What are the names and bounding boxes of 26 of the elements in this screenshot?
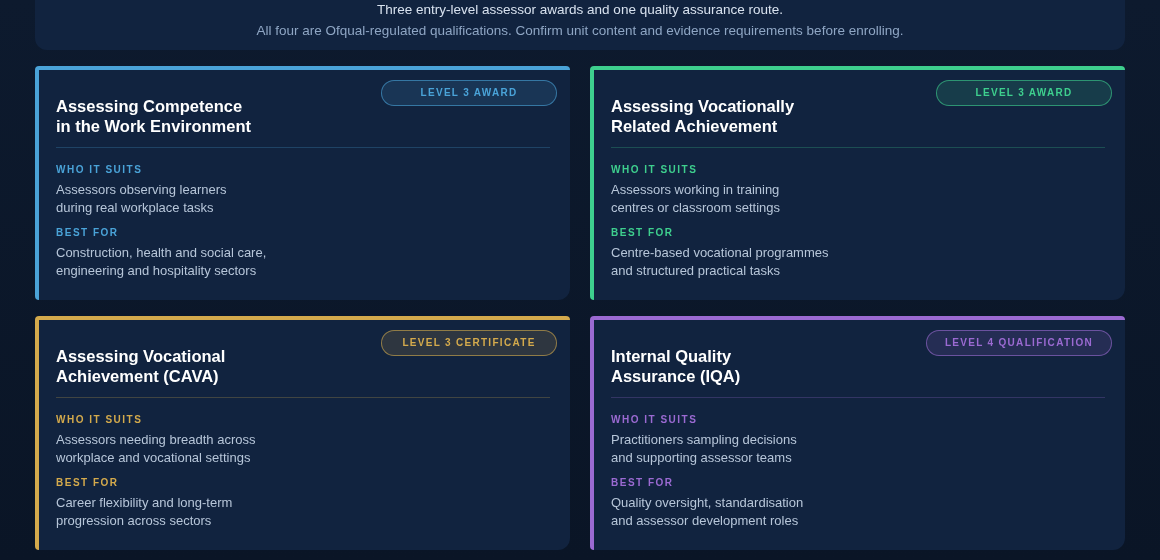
section-label: BEST FOR: [56, 477, 120, 488]
level-badge: LEVEL 3 AWARD: [936, 80, 1112, 106]
section-label: BEST FOR: [611, 227, 675, 238]
section-text: Centre-based vocational programmes and structured practical tasks: [611, 244, 830, 279]
level-badge: LEVEL 4 QUALIFICATION: [925, 330, 1112, 356]
section-label: BEST FOR: [56, 227, 120, 238]
section-label: WHO IT SUITS: [56, 164, 144, 175]
section-label: WHO IT SUITS: [611, 414, 699, 425]
section-label: WHO IT SUITS: [611, 164, 699, 175]
section-text: Assessors working in training centres or classroom settings: [611, 181, 782, 216]
level-badge: LEVEL 3 AWARD: [381, 80, 557, 106]
section-text: Quality oversight, standardisation and assessor development roles: [611, 494, 805, 529]
section-text: Assessors needing breadth across workplace and vocational settings: [56, 431, 257, 466]
card-title: Assessing Competence in the Work Environment: [56, 97, 251, 136]
section-text: Practitioners sampling decisions and supporting assessor teams: [611, 431, 798, 466]
intro-text: Three entry-level assessor awards and one quality assurance route.: [376, 2, 784, 17]
card-title: Assessing Vocationally Related Achievement: [611, 97, 795, 136]
level-badge: LEVEL 3 CERTIFICATE: [381, 330, 557, 356]
section-label: WHO IT SUITS: [56, 414, 144, 425]
intro-text: All four are Ofqual-regulated qualifications. Confirm unit content and evidence requirements before enrolling.: [255, 23, 905, 38]
section-text: Assessors observing learners during real workplace tasks: [56, 181, 228, 216]
card-title: Assessing Vocational Achievement (CAVA): [56, 347, 226, 386]
section-text: Construction, health and social care, engineering and hospitality sectors: [56, 244, 268, 279]
section-text: Career flexibility and long-term progression across sectors: [56, 494, 234, 529]
card-title: Internal Quality Assurance (IQA): [611, 347, 741, 386]
section-label: BEST FOR: [611, 477, 675, 488]
